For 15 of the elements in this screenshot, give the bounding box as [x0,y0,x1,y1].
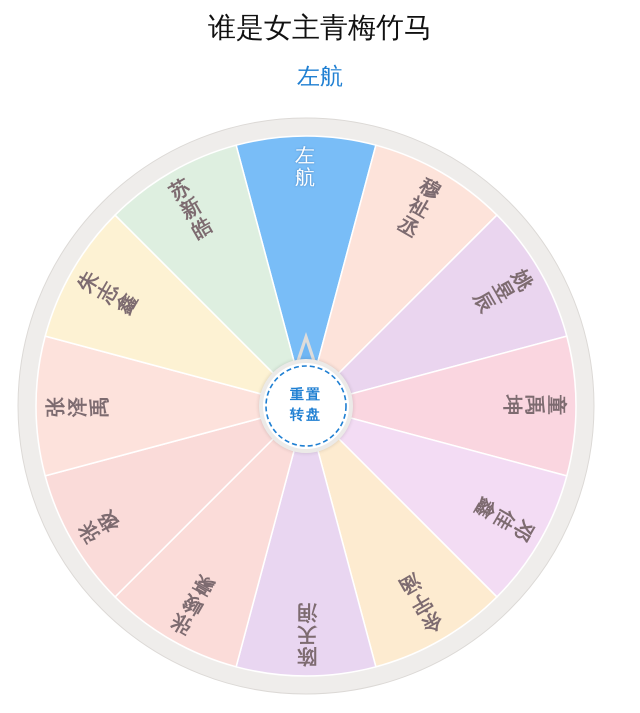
segment-label: 苏新皓 [165,174,216,242]
segment-label: 穆祉丞 [394,174,445,241]
segment-label: 陈天润 [297,602,317,668]
segment-label: 朱志鑫 [74,267,141,318]
page-title: 谁是女主青梅竹马 [208,10,432,46]
result-text: 左航 [297,63,343,92]
segment-label: 童禹坤 [502,395,568,415]
segment-label: 左航 [295,144,315,188]
segment-label: 邓佳鑫 [471,494,538,545]
segment-label: 张极 [74,507,123,547]
segment-label: 张峻豪 [167,571,218,638]
segment-label: 张泽禹 [44,397,110,417]
dashed-ring-icon [263,363,349,449]
segment-label: 余宇涵 [396,570,447,638]
segment-label: 姚昱辰 [470,265,538,316]
